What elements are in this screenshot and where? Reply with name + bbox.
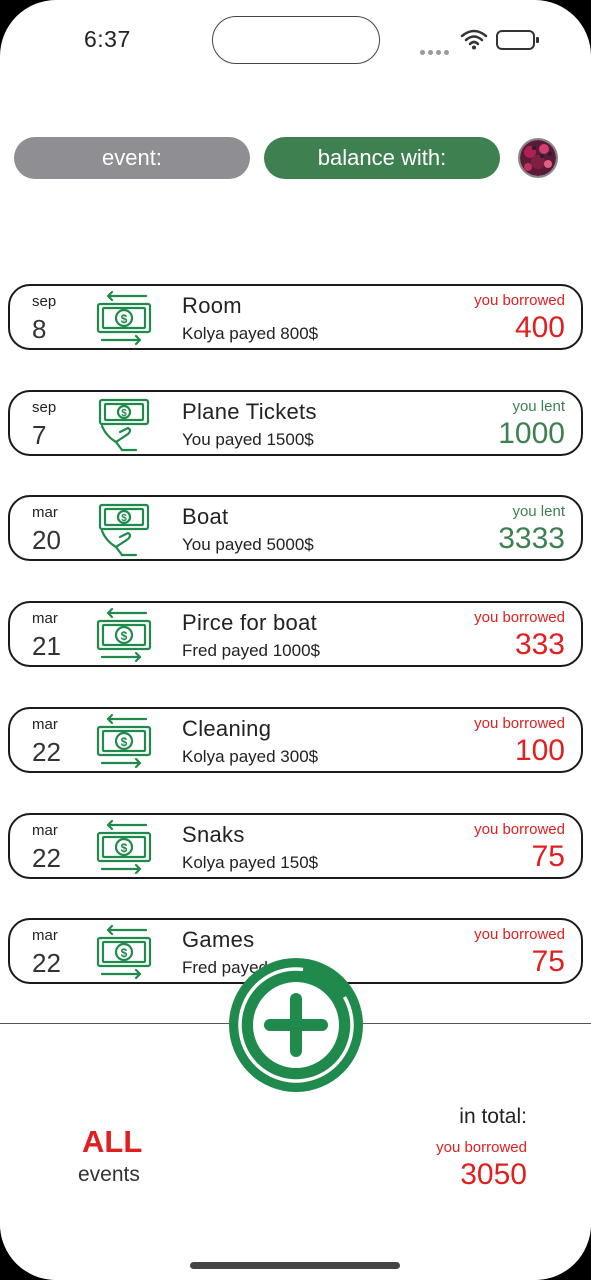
event-subtitle: Kolya payed 800$ <box>182 324 319 343</box>
event-month: mar <box>32 715 58 733</box>
event-row[interactable]: mar 21 $ Pirce for boat Fred payed 1000$ you … <box>8 601 583 668</box>
money-hand-icon: $ <box>92 396 156 452</box>
event-title: Pirce for boat <box>182 610 318 636</box>
amount-type: you lent <box>512 397 565 415</box>
event-row[interactable]: sep 8 $ Room Kolya payed 800$ you borrowed 400 <box>8 284 583 350</box>
event-title: Snaks <box>182 821 245 847</box>
battery-icon <box>496 30 539 50</box>
amount-type: you borrowed <box>474 820 565 838</box>
svg-text:$: $ <box>121 513 127 524</box>
amount-value: 100 <box>514 733 565 767</box>
event-subtitle: Kolya payed 150$ <box>182 852 319 872</box>
event-subtitle: You payed 5000$ <box>182 535 314 555</box>
event-row[interactable]: mar 20 $ Boat You payed 5000$ you lent 3333 <box>8 495 583 562</box>
wifi-icon <box>460 29 488 50</box>
amount-value: 400 <box>514 311 565 344</box>
event-day: 8 <box>32 314 47 344</box>
event-day: 22 <box>32 842 61 873</box>
signal-icon <box>420 42 452 60</box>
home-indicator <box>190 1262 400 1269</box>
svg-text:$: $ <box>121 408 127 419</box>
event-month: mar <box>32 504 58 522</box>
event-subtitle: Fred payed 1000$ <box>182 641 320 661</box>
event-subtitle: You payed 1500$ <box>182 429 314 449</box>
money-transfer-icon: $ <box>92 713 156 769</box>
amount-type: you lent <box>512 503 565 521</box>
money-transfer-icon: $ <box>92 819 156 875</box>
money-transfer-icon: $ <box>92 290 156 346</box>
svg-text:$: $ <box>121 312 128 326</box>
add-event-button[interactable] <box>226 955 366 1095</box>
money-hand-icon: $ <box>92 501 156 557</box>
svg-text:$: $ <box>121 735 128 749</box>
amount-type: you borrowed <box>474 292 565 309</box>
event-month: sep <box>32 293 57 310</box>
event-subtitle: Kolya payed 300$ <box>182 746 319 766</box>
dynamic-island <box>212 16 380 64</box>
amount-type: you borrowed <box>474 926 565 944</box>
svg-text:$: $ <box>121 629 128 643</box>
event-row[interactable]: sep 7 $ Plane Tickets You payed 1500$ you len… <box>8 389 583 456</box>
money-transfer-icon: $ <box>92 924 156 980</box>
event-month: mar <box>32 610 58 628</box>
total-type: you borrowed <box>436 1139 527 1156</box>
event-day: 22 <box>32 948 61 979</box>
money-transfer-icon: $ <box>92 607 156 663</box>
total-label: in total: <box>459 1105 527 1128</box>
event-title: Cleaning <box>182 715 272 741</box>
event-month: mar <box>32 927 58 945</box>
event-day: 7 <box>32 419 47 450</box>
event-day: 21 <box>32 631 61 662</box>
status-bar: 6:37 <box>0 0 591 80</box>
event-filter-button[interactable]: event: <box>14 137 250 179</box>
amount-type: you borrowed <box>474 609 565 627</box>
event-row[interactable]: mar 22 $ Cleaning Kolya payed 300$ you borrow… <box>8 706 583 773</box>
amount-value: 333 <box>514 628 565 662</box>
total-value: 3050 <box>460 1158 527 1191</box>
all-events-label[interactable]: ALL <box>82 1124 142 1160</box>
filter-bar: event: balance with: <box>14 137 574 179</box>
svg-text:$: $ <box>121 841 128 855</box>
all-events-sub: events <box>78 1163 140 1186</box>
balance-filter-button[interactable]: balance with: <box>264 137 500 179</box>
event-day: 22 <box>32 736 61 767</box>
event-title: Games <box>182 927 255 953</box>
status-icons <box>420 28 542 55</box>
amount-value: 75 <box>531 839 565 873</box>
amount-value: 3333 <box>498 522 565 556</box>
event-month: sep <box>32 398 57 416</box>
event-month: mar <box>32 821 58 839</box>
amount-type: you borrowed <box>474 714 565 732</box>
status-time: 6:37 <box>84 26 131 52</box>
event-title: Room <box>182 293 242 318</box>
event-day: 20 <box>32 525 61 556</box>
event-title: Boat <box>182 504 229 530</box>
svg-text:$: $ <box>121 946 128 960</box>
event-title: Plane Tickets <box>182 398 317 424</box>
avatar[interactable] <box>518 138 558 178</box>
amount-value: 75 <box>531 945 565 979</box>
amount-value: 1000 <box>498 416 565 450</box>
app-screen: 6:37 event: balance with: sep 8 $ Room K… <box>0 0 591 1280</box>
event-row[interactable]: mar 22 $ Snaks Kolya payed 150$ you borrowed 7… <box>8 812 583 879</box>
